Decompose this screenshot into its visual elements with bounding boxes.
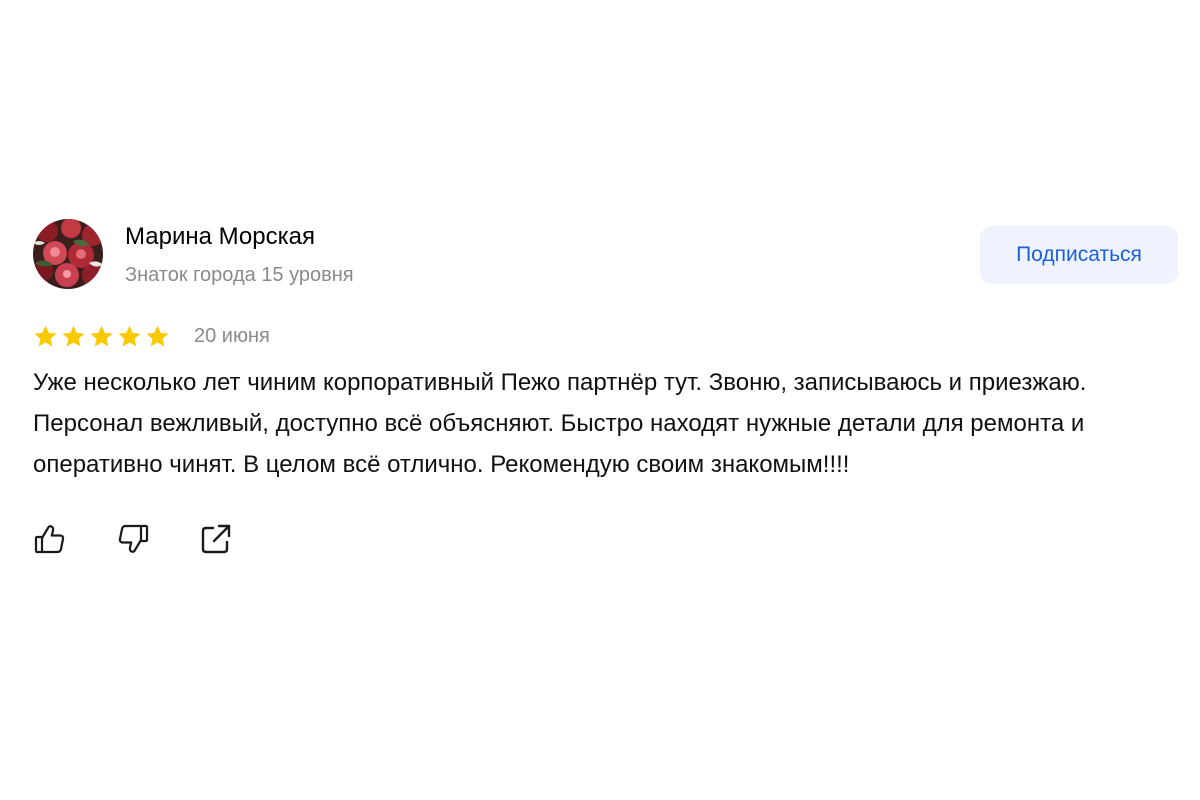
review-meta: 20 июня [33, 318, 1178, 354]
star-icon [146, 325, 169, 346]
avatar[interactable] [33, 219, 103, 289]
review-actions [33, 522, 1178, 556]
thumbs-up-icon[interactable] [33, 522, 67, 556]
share-icon[interactable] [199, 522, 233, 556]
star-icon [118, 325, 141, 346]
subscribe-button[interactable]: Подписаться [980, 226, 1178, 284]
review-card: Марина Морская Знаток города 15 уровня П… [33, 217, 1178, 556]
rose-bouquet-avatar-icon [33, 219, 103, 289]
author-name[interactable]: Марина Морская [125, 223, 315, 251]
star-icon [90, 325, 113, 346]
author-level: Знаток города 15 уровня [125, 264, 354, 286]
review-header: Марина Морская Знаток города 15 уровня П… [33, 217, 1178, 293]
star-icon [34, 325, 57, 346]
thumbs-down-icon[interactable] [116, 522, 150, 556]
star-icon [62, 325, 85, 346]
review-date: 20 июня [194, 324, 270, 347]
rating-stars [33, 324, 170, 349]
review-text: Уже несколько лет чиним корпоративный Пе… [33, 369, 1087, 478]
